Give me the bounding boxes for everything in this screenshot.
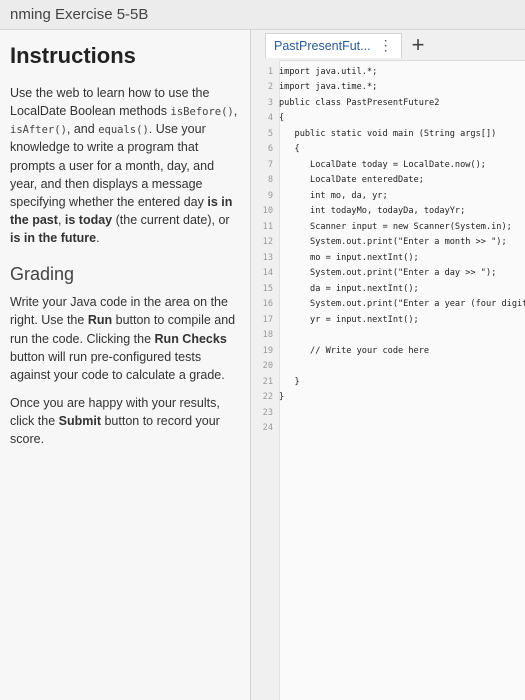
line-number: 23 — [262, 407, 273, 418]
text-span: (the current date), or — [112, 212, 230, 227]
code-text[interactable]: // Write your code here — [279, 346, 429, 356]
code-text[interactable]: import java.time.*; — [279, 82, 377, 92]
text-span: , and — [66, 122, 99, 137]
code-text[interactable]: public class PastPresentFuture2 — [279, 98, 439, 108]
line-number: 6 — [267, 144, 273, 155]
line-number: 12 — [262, 237, 273, 248]
code-text[interactable]: System.out.print("Enter a month >> "); — [279, 237, 507, 247]
grading-paragraph: Write your Java code in the area on the … — [10, 293, 240, 384]
code-line[interactable]: 8 LocalDate enteredDate; — [251, 173, 525, 189]
line-number: 15 — [262, 283, 273, 294]
run-checks-text: Run Checks — [154, 331, 227, 346]
code-line[interactable]: 23 — [251, 405, 525, 421]
code-line[interactable]: 16 System.out.print("Enter a year (four … — [251, 297, 525, 313]
editor-tab-bar: PastPresentFut... ⋮ + — [251, 30, 525, 61]
code-text[interactable]: { — [279, 144, 300, 154]
file-tab[interactable]: PastPresentFut... ⋮ — [265, 32, 402, 58]
code-line[interactable]: 5 public static void main (String args[]… — [251, 126, 525, 142]
code-line[interactable]: 24 — [251, 421, 525, 437]
code-line[interactable]: 12 System.out.print("Enter a month >> ")… — [251, 235, 525, 251]
code-text[interactable]: LocalDate enteredDate; — [279, 175, 424, 185]
code-line[interactable]: 1 import java.util.*; — [251, 64, 525, 80]
code-line[interactable]: 2 import java.time.*; — [251, 80, 525, 96]
line-number: 2 — [267, 82, 273, 93]
code-text[interactable]: System.out.print("Enter a year (four dig… — [279, 299, 525, 309]
isafter-code: isAfter() — [10, 124, 67, 137]
code-text[interactable]: yr = input.nextInt(); — [279, 315, 419, 325]
line-number: 19 — [262, 345, 273, 356]
code-text[interactable]: } — [279, 392, 284, 402]
line-number: 1 — [267, 66, 273, 77]
line-number: 5 — [267, 128, 273, 139]
code-line[interactable]: 7 LocalDate today = LocalDate.now(); — [251, 157, 525, 173]
text-span: , — [57, 212, 65, 227]
line-number: 21 — [262, 376, 273, 387]
submit-paragraph: Once you are happy with your results, cl… — [10, 394, 240, 448]
code-line[interactable]: 15 da = input.nextInt(); — [251, 281, 525, 297]
code-line[interactable]: 19 // Write your code here — [251, 343, 525, 359]
add-file-icon[interactable]: + — [412, 34, 425, 56]
code-text[interactable]: da = input.nextInt(); — [279, 284, 419, 294]
line-number: 17 — [262, 314, 273, 325]
code-line[interactable]: 3 public class PastPresentFuture2 — [251, 95, 525, 111]
instructions-paragraph: Use the web to learn how to use the Loca… — [10, 84, 240, 247]
code-line[interactable]: 10 int todayMo, todayDa, todayYr; — [251, 204, 525, 220]
code-line[interactable]: 18 — [251, 328, 525, 344]
is-future-text: is in the future — [10, 231, 97, 246]
text-span: , — [233, 104, 238, 119]
line-number: 20 — [262, 361, 273, 372]
code-editor[interactable]: PastPresentFut... ⋮ + 1 import java.util.… — [251, 30, 525, 700]
code-line[interactable]: 22} — [251, 390, 525, 406]
run-text: Run — [87, 313, 113, 328]
line-number: 4 — [267, 113, 273, 124]
code-text[interactable]: LocalDate today = LocalDate.now(); — [279, 160, 486, 170]
code-line[interactable]: 21 } — [251, 374, 525, 390]
equals-code: equals() — [98, 124, 149, 137]
line-number: 14 — [262, 268, 273, 279]
code-text[interactable]: mo = input.nextInt(); — [279, 253, 419, 263]
code-line[interactable]: 9 int mo, da, yr; — [251, 188, 525, 204]
code-line[interactable]: 20 — [251, 359, 525, 375]
code-text[interactable]: } — [279, 377, 300, 387]
code-line[interactable]: 13 mo = input.nextInt(); — [251, 250, 525, 266]
line-number: 18 — [262, 330, 273, 341]
line-number: 7 — [267, 159, 273, 170]
tab-menu-icon[interactable]: ⋮ — [379, 37, 393, 54]
code-text[interactable]: import java.util.*; — [279, 67, 377, 77]
code-area[interactable]: 1 import java.util.*; 2 import java.time.*;… — [251, 64, 525, 436]
line-number: 24 — [262, 423, 273, 434]
line-number: 9 — [267, 190, 273, 201]
line-number: 16 — [262, 299, 273, 310]
code-line[interactable]: 6 { — [251, 142, 525, 158]
instructions-heading: Instructions — [10, 43, 136, 68]
line-number: 22 — [262, 392, 273, 403]
line-number: 3 — [267, 97, 273, 108]
line-number: 10 — [262, 206, 273, 217]
file-tab-label[interactable]: PastPresentFut... — [274, 39, 371, 53]
text-span: . — [96, 231, 100, 246]
code-text[interactable]: int mo, da, yr; — [279, 191, 388, 201]
grading-heading: Grading — [10, 264, 75, 285]
line-number: 11 — [262, 221, 273, 232]
code-text[interactable]: public static void main (String args[]) — [279, 129, 497, 139]
window-title: nming Exercise 5-5B — [0, 0, 525, 30]
code-text[interactable]: int todayMo, todayDa, todayYr; — [279, 206, 465, 216]
is-today-text: is today — [64, 212, 113, 227]
isbefore-code: isBefore() — [170, 106, 234, 119]
code-line[interactable]: 11 Scanner input = new Scanner(System.in… — [251, 219, 525, 235]
code-text[interactable]: System.out.print("Enter a day >> "); — [279, 268, 496, 278]
code-text[interactable]: { — [279, 113, 284, 123]
submit-text: Submit — [58, 414, 101, 429]
code-line[interactable]: 14 System.out.print("Enter a day >> "); — [251, 266, 525, 282]
text-span: button will run pre-configured tests aga… — [10, 349, 225, 382]
code-text[interactable]: Scanner input = new Scanner(System.in); — [279, 222, 512, 232]
instructions-panel: Instructions Use the web to learn how to… — [0, 30, 250, 700]
code-line[interactable]: 4{ — [251, 111, 525, 127]
line-number: 13 — [262, 252, 273, 263]
line-number: 8 — [267, 175, 273, 186]
code-line[interactable]: 17 yr = input.nextInt(); — [251, 312, 525, 328]
